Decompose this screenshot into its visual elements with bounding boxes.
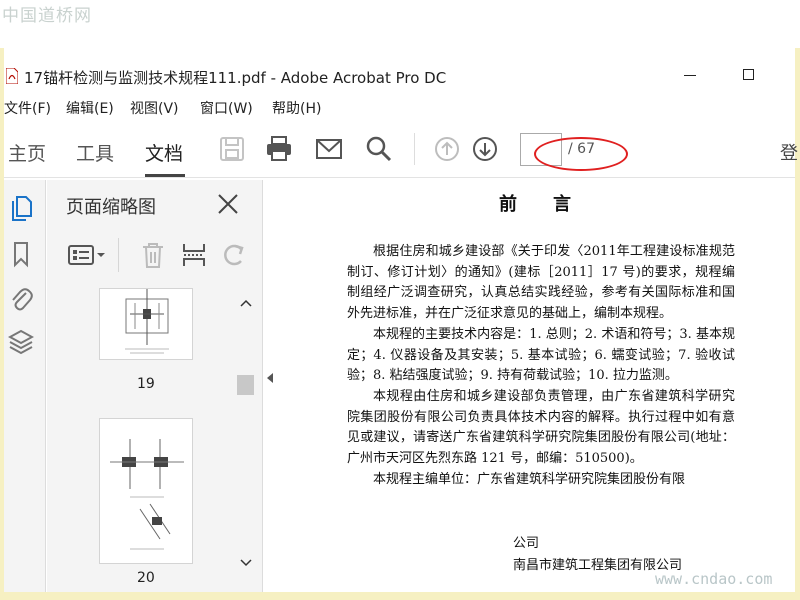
sign-in-link[interactable]: 登 (780, 139, 798, 165)
minimize-button[interactable] (684, 75, 696, 76)
menu-help[interactable]: 帮助(H) (272, 98, 321, 118)
thumbnail-page-number: 19 (137, 376, 155, 392)
layers-icon[interactable] (8, 328, 34, 356)
title-bar: 17锚杆检测与监测技术规程111.pdf - Adobe Acrobat Pro… (4, 62, 795, 92)
outer-frame-bottom (0, 592, 800, 600)
thumbnail-page-number: 20 (137, 570, 155, 586)
collapse-panel-icon[interactable] (266, 372, 274, 384)
thumbnail-tools (47, 238, 263, 278)
drawing-thumbnail (110, 439, 184, 550)
drawing-thumbnail (125, 289, 169, 354)
thumbnail-list: 19 20 (47, 288, 237, 592)
pdf-file-icon (6, 68, 18, 84)
paragraph: 本规程由住房和城乡建设部负责管理，由广东省建筑科学研究院集团股份有限公司负责具体… (347, 388, 735, 467)
paragraph: 本规程的主要技术内容是：1. 总则；2. 术语和符号；3. 基本规定；4. 仪器… (347, 326, 735, 384)
delete-icon[interactable] (140, 241, 166, 269)
thumbnail-page[interactable] (99, 288, 193, 360)
page-up-icon[interactable] (433, 135, 461, 163)
paragraph: 根据住房和城乡建设部《关于印发〈2011年工程建设标准规范制订、修订计划〉的通知… (347, 244, 735, 322)
search-icon[interactable] (365, 135, 393, 163)
watermark-top: 中国道桥网 (2, 6, 92, 26)
options-menu-icon[interactable] (68, 241, 106, 269)
page-down-icon[interactable] (471, 135, 499, 163)
scroll-down-icon[interactable] (240, 558, 252, 568)
tools-separator (118, 238, 119, 272)
print-icon[interactable] (265, 135, 293, 163)
save-icon[interactable] (218, 135, 246, 163)
rotate-icon[interactable] (221, 241, 247, 269)
scroll-up-icon[interactable] (240, 298, 252, 308)
maximize-button[interactable] (743, 69, 754, 80)
document-heading: 前言 (499, 194, 607, 215)
attachments-icon[interactable] (8, 284, 34, 312)
panel-title: 页面缩略图 (66, 197, 156, 218)
window-title: 17锚杆检测与监测技术规程111.pdf - Adobe Acrobat Pro… (24, 69, 447, 87)
menu-view[interactable]: 视图(V) (130, 98, 179, 118)
bookmarks-icon[interactable] (8, 240, 34, 268)
close-icon[interactable] (217, 193, 239, 215)
active-tab-indicator (145, 174, 185, 177)
menu-window[interactable]: 窗口(W) (200, 98, 253, 118)
menu-edit[interactable]: 编辑(E) (66, 98, 114, 118)
document-body: 根据住房和城乡建设部《关于印发〈2011年工程建设标准规范制订、修订计划〉的通知… (347, 242, 735, 490)
thumbnail-scrollbar[interactable] (236, 288, 254, 578)
menu-file[interactable]: 文件(F) (4, 98, 51, 118)
extract-icon[interactable] (181, 241, 207, 269)
tab-tools[interactable]: 工具 (76, 139, 114, 166)
paragraph: 本规程主编单位：广东省建筑科学研究院集团股份有限 (373, 471, 686, 487)
document-view: 前言 根据住房和城乡建设部《关于印发〈2011年工程建设标准规范制订、修订计划〉… (279, 180, 795, 592)
annotation-ellipse (534, 137, 628, 171)
editor-line: 公司 (513, 536, 540, 551)
toolbar-separator (414, 133, 415, 165)
navigation-rail (4, 180, 46, 592)
main-toolbar: 主页 工具 文档 / 67 登 (4, 122, 798, 178)
page-thumbnails-panel: 页面缩略图 19 20 (47, 180, 263, 592)
menu-bar: 文件(F) 编辑(E) 视图(V) 窗口(W) 帮助(H) (4, 95, 795, 119)
page-thumbnails-icon[interactable] (8, 194, 34, 222)
outer-frame-top (0, 0, 800, 48)
watermark-bottom: www.cndao.com (655, 570, 773, 588)
scrollbar-thumb[interactable] (237, 375, 254, 395)
thumbnail-page[interactable] (99, 418, 193, 564)
tab-document[interactable]: 文档 (145, 139, 183, 166)
email-icon[interactable] (315, 135, 343, 163)
outer-frame-right (795, 48, 800, 600)
tab-home[interactable]: 主页 (8, 139, 46, 166)
